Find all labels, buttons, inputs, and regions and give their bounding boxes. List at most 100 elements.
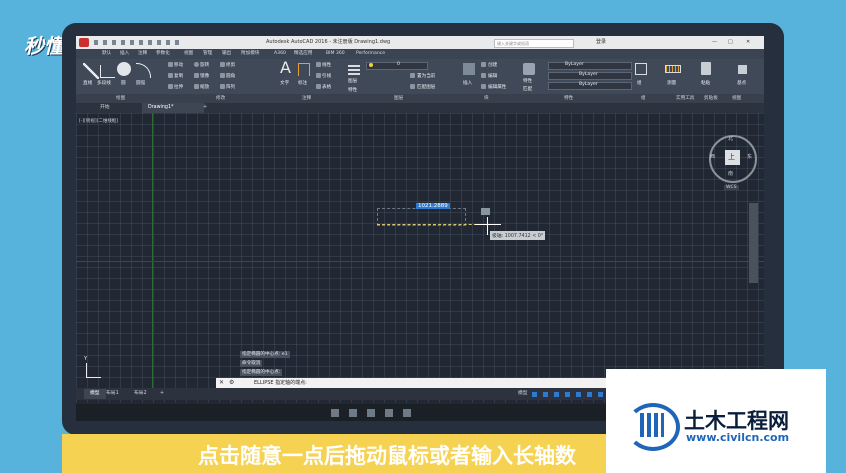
ribbon-tab-manage[interactable]: 管理 <box>203 49 212 59</box>
layer-properties-icon[interactable] <box>348 63 360 75</box>
layer-dropdown[interactable]: 0 <box>366 62 428 70</box>
insert-block-icon[interactable] <box>463 63 475 75</box>
length-input[interactable]: 1021.2889 <box>416 203 450 209</box>
layout-tab-layout2[interactable]: 布局2 <box>134 389 147 399</box>
viewcube[interactable]: 上 北 南 东 西 <box>709 135 757 183</box>
set-current-icon[interactable] <box>410 73 415 78</box>
panel-layers[interactable]: 图层 <box>394 94 403 103</box>
ribbon-tab-performance[interactable]: Performance <box>356 49 385 59</box>
compass-west[interactable]: 西 <box>710 153 715 160</box>
tab-start[interactable]: 开始 <box>90 103 120 113</box>
layout-tab-model[interactable]: 模型 <box>84 389 106 399</box>
tool-leader-label[interactable]: 引线 <box>322 73 331 79</box>
ribbon-tab-default[interactable]: 默认 <box>102 49 111 59</box>
dimension-icon[interactable] <box>298 63 310 76</box>
add-layout-button[interactable]: + <box>160 389 164 399</box>
wcs-menu[interactable]: WCS <box>724 185 739 190</box>
navigation-bar[interactable] <box>749 203 758 283</box>
panel-group[interactable]: 组 <box>641 94 646 103</box>
wrench-icon[interactable]: ⚙ <box>229 378 234 388</box>
command-line[interactable]: ✕ ⚙ ELLIPSE 指定轴的端点: <box>216 378 646 388</box>
copy-icon[interactable] <box>168 73 173 78</box>
lineweight-dropdown[interactable]: ByLayer <box>548 82 632 90</box>
line-icon[interactable] <box>83 63 99 79</box>
linear-icon[interactable] <box>316 62 321 67</box>
linetype-dropdown[interactable]: ByLayer <box>548 72 632 80</box>
color-dropdown[interactable]: ByLayer <box>548 62 632 70</box>
compass-north[interactable]: 北 <box>728 135 733 142</box>
ribbon-tab-insert[interactable]: 插入 <box>120 49 129 59</box>
tool-move-label[interactable]: 移动 <box>174 62 183 68</box>
ribbon-tab-addins[interactable]: 附加模块 <box>241 49 259 59</box>
tab-drawing1[interactable]: Drawing1* <box>142 103 204 113</box>
panel-utilities[interactable]: 实用工具 <box>676 94 694 103</box>
panel-properties[interactable]: 特性 <box>564 94 573 103</box>
tool-mirror-label[interactable]: 镜像 <box>200 73 209 79</box>
paste-icon[interactable] <box>701 62 711 75</box>
panel-view[interactable]: 视图 <box>732 94 741 103</box>
create-block-icon[interactable] <box>481 62 486 67</box>
tool-trim-label[interactable]: 修剪 <box>226 62 235 68</box>
tool-array-label[interactable]: 阵列 <box>226 84 235 90</box>
tool-copy-label[interactable]: 复制 <box>174 73 183 79</box>
viewport-controls-label[interactable]: [-][俯视][二维线框] <box>79 118 118 124</box>
tool-stretch-label[interactable]: 拉伸 <box>174 84 183 90</box>
close-command-icon[interactable]: ✕ <box>219 378 224 388</box>
leader-icon[interactable] <box>316 73 321 78</box>
edit-attribute-icon[interactable] <box>481 84 486 89</box>
basepoint-icon[interactable] <box>738 65 747 74</box>
panel-annotate[interactable]: 注释 <box>302 94 311 103</box>
tool-rotate-label[interactable]: 旋转 <box>200 62 209 68</box>
login-button[interactable]: 登录 <box>596 36 606 49</box>
app-menu-button[interactable] <box>79 38 89 47</box>
table-icon[interactable] <box>316 84 321 89</box>
minimize-button[interactable]: — <box>712 36 717 49</box>
quick-access-toolbar[interactable] <box>94 40 184 45</box>
match-layer-icon[interactable] <box>410 84 415 89</box>
close-button[interactable]: ✕ <box>746 36 750 49</box>
stretch-icon[interactable] <box>168 84 173 89</box>
taskbar-icons[interactable] <box>331 409 411 417</box>
search-box[interactable]: 键入关键字或短语 <box>494 39 574 48</box>
new-tab-button[interactable]: + <box>203 103 207 113</box>
rotate-icon[interactable] <box>194 62 199 67</box>
layout-tab-layout1[interactable]: 布局1 <box>106 389 119 399</box>
fillet-icon[interactable] <box>220 73 225 78</box>
lock-icon[interactable] <box>481 208 490 215</box>
measure-icon[interactable] <box>665 65 681 73</box>
compass-east[interactable]: 东 <box>747 153 752 160</box>
group-icon[interactable] <box>635 63 647 75</box>
compass-south[interactable]: 南 <box>728 170 733 177</box>
ribbon-tab-view[interactable]: 视图 <box>184 49 193 59</box>
panel-modify[interactable]: 修改 <box>216 94 225 103</box>
move-icon[interactable] <box>168 62 173 67</box>
panel-clipboard[interactable]: 剪贴板 <box>704 94 718 103</box>
ribbon-tab-bim360[interactable]: BIM 360 <box>326 49 345 59</box>
tool-match-layer-label[interactable]: 匹配图层 <box>417 84 435 90</box>
panel-draw[interactable]: 绘图 <box>116 94 125 103</box>
panel-block[interactable]: 块 <box>484 94 489 103</box>
edit-block-icon[interactable] <box>481 73 486 78</box>
tool-create-label[interactable]: 创建 <box>488 62 497 68</box>
tool-set-current-label[interactable]: 置为当前 <box>417 73 435 79</box>
ribbon-tab-featured-apps[interactable]: 精选应用 <box>294 49 312 59</box>
maximize-button[interactable]: □ <box>728 36 733 49</box>
tool-fillet-label[interactable]: 圆角 <box>226 73 235 79</box>
viewcube-top-face[interactable]: 上 <box>725 150 740 165</box>
tool-scale-label[interactable]: 缩放 <box>200 84 209 90</box>
model-space-button[interactable]: 模型 <box>518 389 528 399</box>
trim-icon[interactable] <box>220 62 225 67</box>
scale-icon[interactable] <box>194 84 199 89</box>
tool-edit-label[interactable]: 编辑 <box>488 73 497 79</box>
ribbon-tab-parametric[interactable]: 参数化 <box>156 49 170 59</box>
mirror-icon[interactable] <box>194 73 199 78</box>
match-properties-icon[interactable] <box>523 63 535 75</box>
tool-edit-attribute-label[interactable]: 编辑属性 <box>488 84 506 90</box>
tool-table-label[interactable]: 表格 <box>322 84 331 90</box>
ribbon-tab-output[interactable]: 输出 <box>222 49 231 59</box>
ribbon-tab-annotate[interactable]: 注释 <box>138 49 147 59</box>
polyline-icon[interactable] <box>100 65 115 78</box>
arc-icon[interactable] <box>136 63 151 78</box>
circle-icon[interactable] <box>117 62 131 76</box>
drawing-canvas[interactable]: [-][俯视][二维线框] 1021.2889 极轴: 1007.7412 < … <box>76 113 764 403</box>
